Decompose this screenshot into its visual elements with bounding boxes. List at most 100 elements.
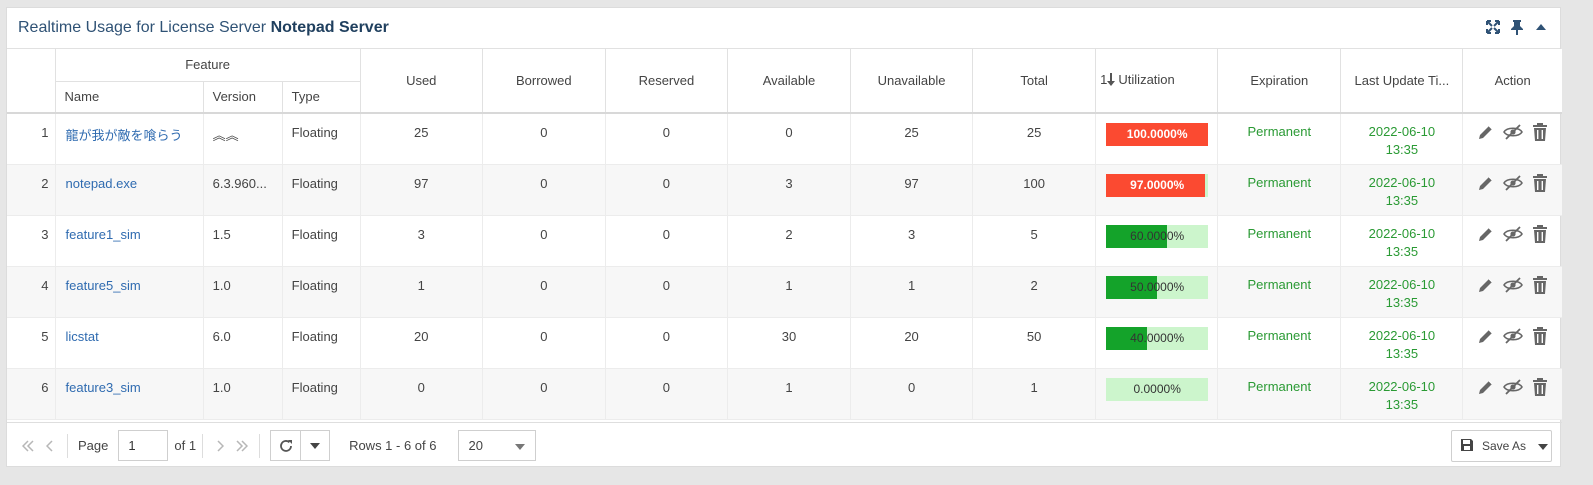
- col-type[interactable]: Type: [282, 81, 361, 114]
- col-total[interactable]: Total: [972, 49, 1097, 114]
- edit-icon[interactable]: [1476, 326, 1496, 346]
- version-cell: 6.0: [203, 317, 283, 369]
- pin-icon[interactable]: [1508, 18, 1526, 36]
- col-used[interactable]: Used: [360, 49, 483, 114]
- reserved-cell: 0: [605, 164, 728, 216]
- last-update-cell: 2022-06-10 13:35: [1340, 368, 1464, 420]
- next-page-icon[interactable]: [209, 435, 231, 457]
- feature-name-link[interactable]: 龍が我が敵を喰らう: [55, 113, 204, 165]
- page-size-select[interactable]: 20: [457, 430, 536, 461]
- collapse-up-icon[interactable]: [1532, 18, 1550, 36]
- row-index: 3: [7, 215, 56, 267]
- type-cell: Floating: [282, 317, 361, 369]
- utilization-cell: 50.0000%: [1095, 266, 1219, 318]
- hide-icon[interactable]: [1502, 275, 1523, 295]
- version-cell: ︽︽: [203, 113, 283, 165]
- page-of-label: of 1: [174, 438, 197, 453]
- last-page-icon[interactable]: [231, 435, 253, 457]
- utilization-bar: 100.0000%: [1106, 123, 1209, 146]
- last-update-time: 13:35: [1385, 345, 1419, 361]
- usage-table: Feature Used Borrowed Reserved Available…: [7, 49, 1562, 420]
- used-cell: 1: [360, 266, 483, 318]
- reserved-cell: 0: [605, 317, 728, 369]
- expiration-cell: Permanent: [1217, 368, 1342, 420]
- rows-info: Rows 1 - 6 of 6: [349, 438, 437, 453]
- utilization-cell: 100.0000%: [1095, 113, 1219, 165]
- chevron-down-icon: [1538, 439, 1549, 453]
- usage-table-body: 1 龍が我が敵を喰らう ︽︽ Floating 25 0 0 0 25 25 100.0000% Pe…: [7, 113, 1562, 420]
- edit-icon[interactable]: [1476, 224, 1496, 244]
- table-row[interactable]: 5 licstat 6.0 Floating 20 0 0 30 20 50 40.0000% Per…: [7, 317, 1562, 369]
- expand-icon[interactable]: [1484, 18, 1502, 36]
- feature-name-link[interactable]: licstat: [55, 317, 204, 369]
- table-row[interactable]: 1 龍が我が敵を喰らう ︽︽ Floating 25 0 0 0 25 25 100.0000% Pe…: [7, 113, 1562, 165]
- table-row[interactable]: 3 feature1_sim 1.5 Floating 3 0 0 2 3 5 60.0000% Pe…: [7, 215, 1562, 267]
- col-last-update[interactable]: Last Update Ti...: [1340, 49, 1464, 114]
- type-cell: Floating: [282, 164, 361, 216]
- col-version[interactable]: Version: [203, 81, 283, 114]
- col-action: Action: [1462, 49, 1562, 114]
- unavailable-cell: 25: [850, 113, 974, 165]
- hide-icon[interactable]: [1502, 377, 1523, 397]
- unavailable-cell: 3: [850, 215, 974, 267]
- chevron-down-icon: [514, 438, 525, 453]
- hide-icon[interactable]: [1502, 173, 1523, 193]
- edit-icon[interactable]: [1476, 275, 1496, 295]
- save-as-label: Save As: [1482, 439, 1527, 453]
- last-update-date: 2022-06-10: [1368, 225, 1436, 241]
- hide-icon[interactable]: [1502, 326, 1523, 346]
- table-row[interactable]: 6 feature3_sim 1.0 Floating 0 0 0 1 0 1 0.0000% Per…: [7, 368, 1562, 420]
- edit-icon[interactable]: [1476, 173, 1496, 193]
- version-cell: 1.0: [203, 368, 283, 420]
- page-number-input[interactable]: [118, 430, 169, 461]
- edit-icon[interactable]: [1476, 122, 1496, 142]
- available-cell: 3: [727, 164, 852, 216]
- col-expiration[interactable]: Expiration: [1217, 49, 1342, 114]
- prev-page-icon[interactable]: [39, 435, 61, 457]
- divider: [259, 433, 261, 458]
- col-reserved[interactable]: Reserved: [605, 49, 728, 114]
- last-update-time: 13:35: [1385, 243, 1419, 259]
- panel-header: Realtime Usage for License Server Notepa…: [7, 8, 1560, 49]
- col-borrowed[interactable]: Borrowed: [482, 49, 606, 114]
- delete-icon[interactable]: [1530, 173, 1550, 193]
- edit-icon[interactable]: [1476, 377, 1496, 397]
- utilization-header-label: Utilization: [1118, 72, 1175, 87]
- refresh-icon[interactable]: [271, 431, 300, 460]
- total-cell: 50: [972, 317, 1097, 369]
- delete-icon[interactable]: [1530, 122, 1550, 142]
- col-utilization[interactable]: 1 Utilization: [1095, 49, 1219, 114]
- version-cell: 6.3.960...: [203, 164, 283, 216]
- realtime-usage-panel: Realtime Usage for License Server Notepa…: [6, 7, 1562, 467]
- utilization-bar: 60.0000%: [1106, 224, 1209, 248]
- feature-name-link[interactable]: feature3_sim: [55, 368, 204, 420]
- feature-name-link[interactable]: feature5_sim: [55, 266, 204, 318]
- utilization-bar: 97.0000%: [1106, 173, 1209, 197]
- table-row[interactable]: 4 feature5_sim 1.0 Floating 1 0 0 1 1 2 50.0000% Pe…: [7, 266, 1562, 318]
- first-page-icon[interactable]: [17, 435, 39, 457]
- hide-icon[interactable]: [1502, 224, 1523, 244]
- panel-title-server: Notepad Server: [270, 19, 389, 36]
- utilization-value: 0.0000%: [1133, 381, 1181, 396]
- table-row[interactable]: 2 notepad.exe 6.3.960... Floating 97 0 0 3 97 100…: [7, 164, 1562, 216]
- utilization-bar: 40.0000%: [1106, 326, 1209, 350]
- delete-icon[interactable]: [1530, 275, 1550, 295]
- hide-icon[interactable]: [1502, 122, 1523, 142]
- utilization-value: 97.0000%: [1130, 177, 1185, 192]
- refresh-options-dropdown-icon[interactable]: [300, 431, 329, 460]
- delete-icon[interactable]: [1530, 326, 1550, 346]
- delete-icon[interactable]: [1530, 224, 1550, 244]
- col-name[interactable]: Name: [55, 81, 204, 114]
- feature-name-link[interactable]: notepad.exe: [55, 164, 204, 216]
- last-update-cell: 2022-06-10 13:35: [1340, 317, 1464, 369]
- save-as-button[interactable]: Save As: [1451, 430, 1552, 462]
- sort-down-icon: [1107, 73, 1116, 89]
- feature-name-link[interactable]: feature1_sim: [55, 215, 204, 267]
- divider: [202, 433, 204, 458]
- col-unavailable[interactable]: Unavailable: [850, 49, 974, 114]
- delete-icon[interactable]: [1530, 377, 1550, 397]
- col-available[interactable]: Available: [727, 49, 852, 114]
- reserved-cell: 0: [605, 368, 728, 420]
- borrowed-cell: 0: [482, 317, 606, 369]
- action-cell: [1462, 266, 1562, 318]
